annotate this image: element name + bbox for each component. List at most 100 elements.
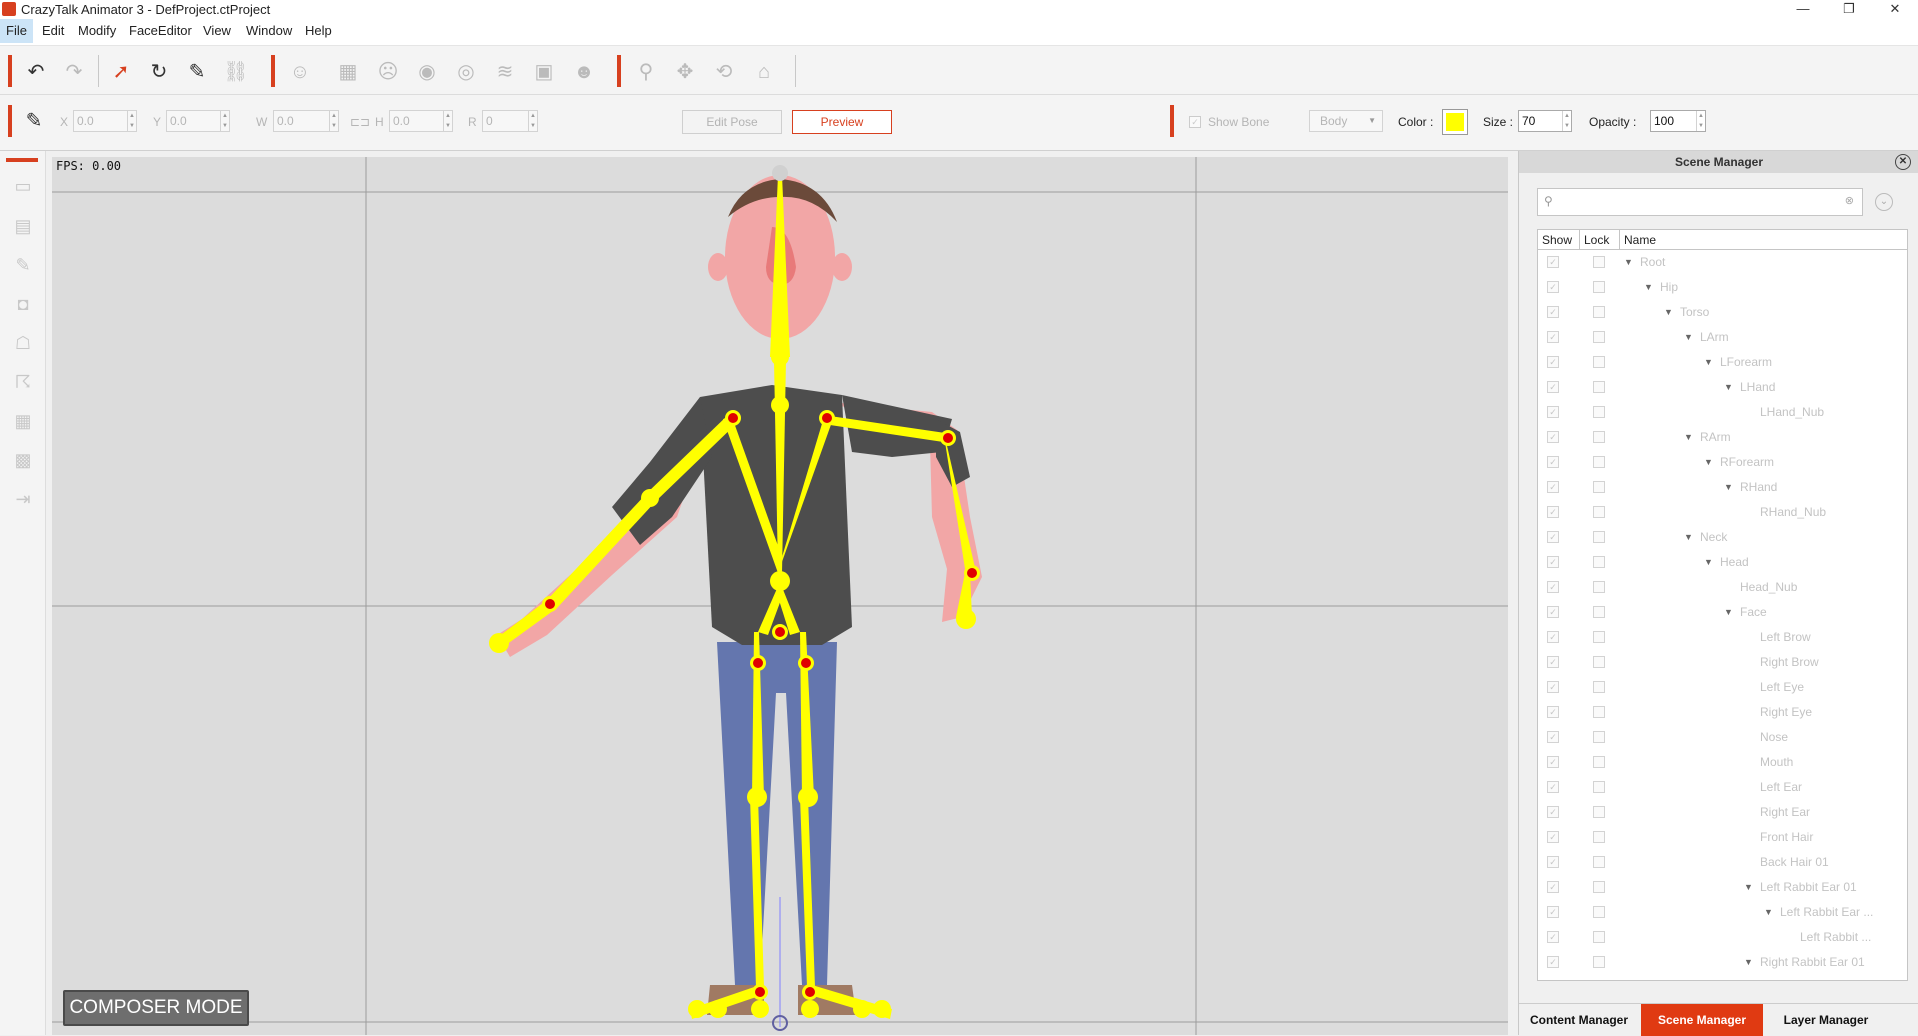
edit-pose-button[interactable]: Edit Pose: [682, 110, 782, 134]
face-puppet-icon[interactable]: ◉: [413, 58, 441, 86]
r-input[interactable]: 0 ▲ ▼: [482, 110, 538, 132]
show-checkbox[interactable]: ✓: [1547, 506, 1559, 518]
tree-row[interactable]: ✓ ▼ Left Rabbit Ear ...: [1538, 900, 1893, 925]
link-icon[interactable]: ⛓: [222, 58, 250, 86]
tree-row[interactable]: ✓ Left Eye: [1538, 675, 1893, 700]
restore-button[interactable]: ❐: [1826, 0, 1872, 19]
y-input[interactable]: 0.0 ▲ ▼: [166, 110, 230, 132]
expand-triangle-icon[interactable]: ▼: [1664, 307, 1673, 317]
lock-checkbox[interactable]: [1593, 706, 1605, 718]
tab-content-manager[interactable]: Content Manager: [1519, 1004, 1639, 1036]
close-panel-icon[interactable]: ✕: [1895, 154, 1911, 170]
menu-view[interactable]: View: [197, 19, 237, 43]
expression-icon[interactable]: ☻: [570, 58, 598, 86]
show-checkbox[interactable]: ✓: [1547, 406, 1559, 418]
head-icon[interactable]: ☺: [286, 58, 314, 86]
menu-window[interactable]: Window: [240, 19, 298, 43]
bone-edit-icon[interactable]: ✎: [183, 58, 211, 86]
expand-triangle-icon[interactable]: ▼: [1684, 332, 1693, 342]
lock-checkbox[interactable]: [1593, 506, 1605, 518]
show-checkbox[interactable]: ✓: [1547, 706, 1559, 718]
w-input[interactable]: 0.0 ▲ ▼: [273, 110, 339, 132]
sprite-icon[interactable]: ▦: [10, 408, 36, 434]
show-checkbox[interactable]: ✓: [1547, 806, 1559, 818]
tree-row[interactable]: ✓ ▼ RHand: [1538, 475, 1893, 500]
tree-row[interactable]: ✓ Head_Nub: [1538, 575, 1893, 600]
export-icon[interactable]: ⇥: [10, 486, 36, 512]
expand-triangle-icon[interactable]: ▼: [1724, 607, 1733, 617]
expand-triangle-icon[interactable]: ▼: [1644, 282, 1653, 292]
tree-row[interactable]: ✓ Nose: [1538, 725, 1893, 750]
stage-viewport[interactable]: FPS: 0.00 COMPOSER MODE: [52, 157, 1508, 1035]
tab-layer-manager[interactable]: Layer Manager: [1765, 1004, 1887, 1036]
lock-ratio-icon[interactable]: ⊏⊐: [350, 115, 370, 129]
show-checkbox[interactable]: ✓: [1547, 656, 1559, 668]
show-checkbox[interactable]: ✓: [1547, 781, 1559, 793]
close-button[interactable]: ✕: [1872, 0, 1918, 19]
menu-help[interactable]: Help: [299, 19, 338, 43]
tree-row[interactable]: ✓ ▼ Left Rabbit Ear 01: [1538, 875, 1893, 900]
grid-icon[interactable]: ▩: [10, 447, 36, 473]
grid-deform-icon[interactable]: ▦: [334, 58, 362, 86]
lock-checkbox[interactable]: [1593, 406, 1605, 418]
expand-triangle-icon[interactable]: ▼: [1684, 532, 1693, 542]
show-checkbox[interactable]: ✓: [1547, 281, 1559, 293]
tree-row[interactable]: ✓ Right Brow: [1538, 650, 1893, 675]
lock-checkbox[interactable]: [1593, 556, 1605, 568]
lock-checkbox[interactable]: [1593, 781, 1605, 793]
tree-row[interactable]: ✓ ▼ LForearm: [1538, 350, 1893, 375]
lock-checkbox[interactable]: [1593, 331, 1605, 343]
lock-checkbox[interactable]: [1593, 856, 1605, 868]
expand-triangle-icon[interactable]: ▼: [1744, 957, 1753, 967]
show-checkbox[interactable]: ✓: [1547, 606, 1559, 618]
show-checkbox[interactable]: ✓: [1547, 556, 1559, 568]
move-icon[interactable]: ✥: [671, 58, 699, 86]
camera-icon[interactable]: ◘: [10, 291, 36, 317]
face-icon[interactable]: ☹: [374, 58, 402, 86]
show-checkbox[interactable]: ✓: [1547, 731, 1559, 743]
lock-checkbox[interactable]: [1593, 431, 1605, 443]
expand-triangle-icon[interactable]: ▼: [1624, 257, 1633, 267]
tree-row[interactable]: ✓ ▼ Hip: [1538, 275, 1893, 300]
lock-checkbox[interactable]: [1593, 356, 1605, 368]
tree-row[interactable]: ✓ ▼ LHand: [1538, 375, 1893, 400]
scene-search-input[interactable]: ⚲ ⊗: [1537, 188, 1863, 216]
tree-row[interactable]: ✓ ▼ Root: [1538, 250, 1893, 275]
clear-search-icon[interactable]: ⊗: [1845, 194, 1854, 207]
tree-row[interactable]: ✓ Back Hair 01: [1538, 850, 1893, 875]
size-input[interactable]: 70 ▲ ▼: [1518, 110, 1572, 132]
lock-checkbox[interactable]: [1593, 631, 1605, 643]
lock-checkbox[interactable]: [1593, 956, 1605, 968]
h-input[interactable]: 0.0 ▲ ▼: [389, 110, 453, 132]
template-icon[interactable]: ▣: [530, 58, 558, 86]
body-select[interactable]: Body ▼: [1309, 110, 1383, 132]
opacity-input[interactable]: 100 ▲ ▼: [1650, 110, 1706, 132]
tree-row[interactable]: ✓ RHand_Nub: [1538, 500, 1893, 525]
lock-checkbox[interactable]: [1593, 256, 1605, 268]
column-lock[interactable]: Lock: [1580, 230, 1620, 250]
rotate-select-icon[interactable]: ↻: [145, 58, 173, 86]
lock-checkbox[interactable]: [1593, 656, 1605, 668]
undo-icon[interactable]: ↶: [22, 58, 50, 86]
minimize-button[interactable]: —: [1780, 0, 1826, 19]
show-checkbox[interactable]: ✓: [1547, 956, 1559, 968]
lock-checkbox[interactable]: [1593, 306, 1605, 318]
column-name[interactable]: Name: [1620, 230, 1907, 250]
redo-icon[interactable]: ↷: [60, 58, 88, 86]
tree-row[interactable]: ✓ ▼ Torso: [1538, 300, 1893, 325]
lock-checkbox[interactable]: [1593, 931, 1605, 943]
lock-checkbox[interactable]: [1593, 581, 1605, 593]
show-checkbox[interactable]: ✓: [1547, 856, 1559, 868]
select-arrow-icon[interactable]: ➚: [107, 58, 135, 86]
rotate-icon[interactable]: ⟲: [710, 58, 738, 86]
show-checkbox[interactable]: ✓: [1547, 256, 1559, 268]
show-checkbox[interactable]: ✓: [1547, 681, 1559, 693]
show-checkbox[interactable]: ✓: [1547, 881, 1559, 893]
expand-triangle-icon[interactable]: ▼: [1744, 882, 1753, 892]
show-checkbox[interactable]: ✓: [1547, 631, 1559, 643]
lock-checkbox[interactable]: [1593, 806, 1605, 818]
column-show[interactable]: Show: [1538, 230, 1580, 250]
puppet-icon[interactable]: ☖: [10, 330, 36, 356]
tree-row[interactable]: ✓ ▼ Neck: [1538, 525, 1893, 550]
tree-row[interactable]: ✓ ▼ Face: [1538, 600, 1893, 625]
